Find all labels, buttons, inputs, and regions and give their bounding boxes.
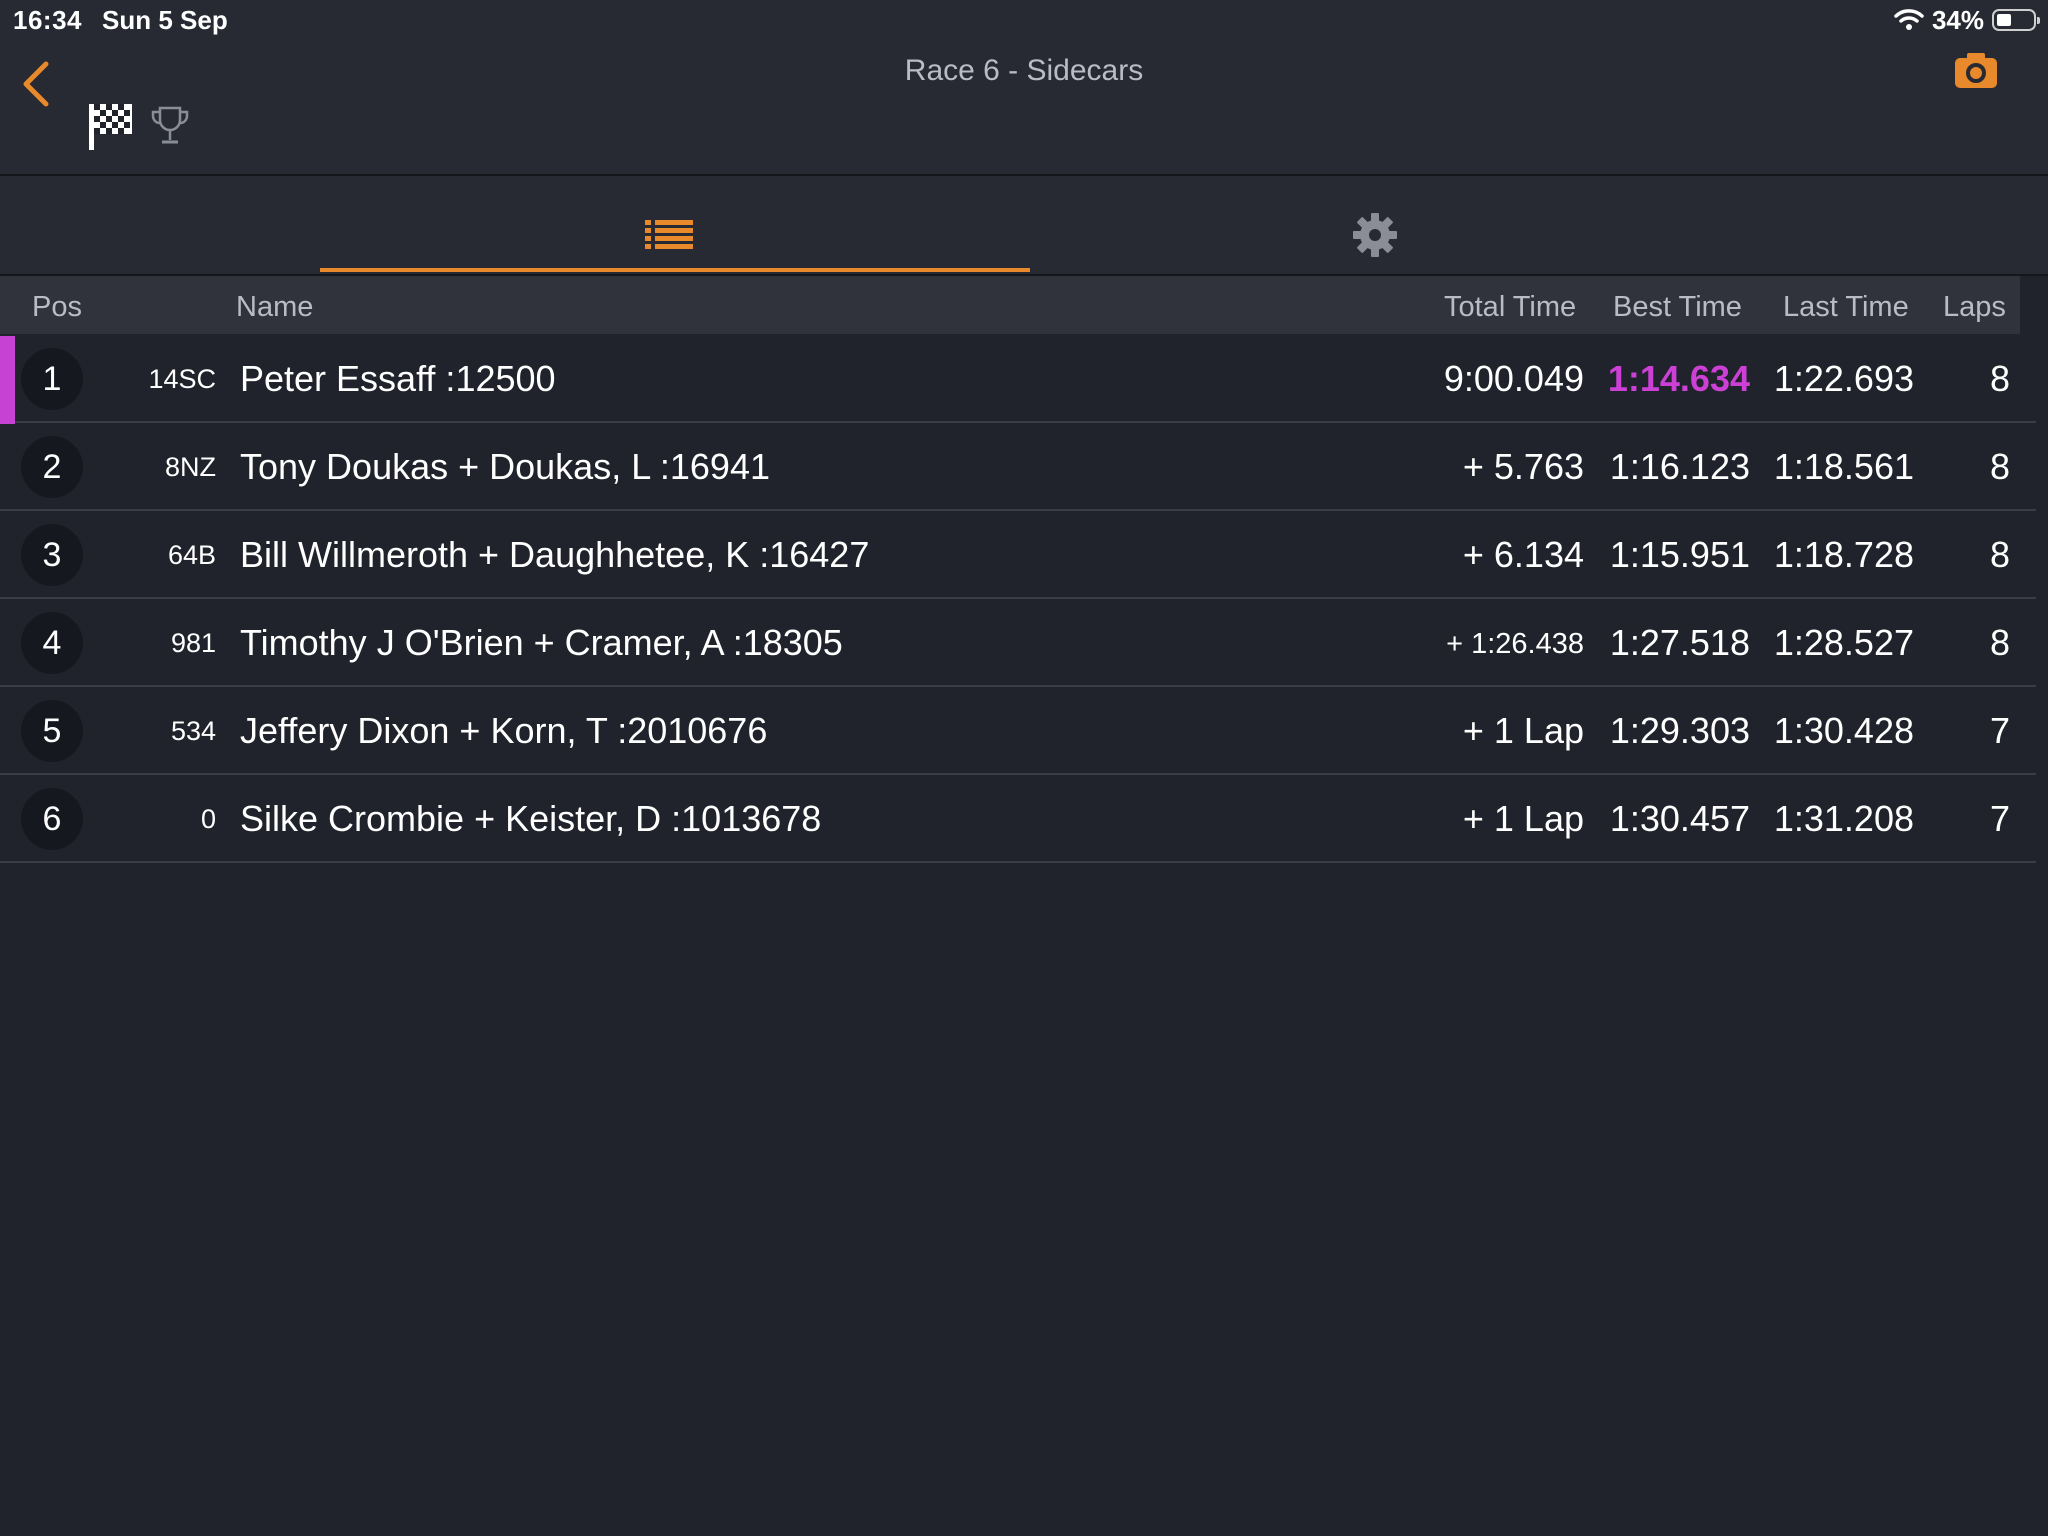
status-time: 16:34: [13, 5, 82, 35]
camera-button[interactable]: [1953, 50, 1999, 90]
racer-name: Bill Willmeroth + Daughhetee, K :16427: [240, 534, 870, 575]
tab-results-list[interactable]: [320, 176, 1030, 274]
status-date: Sun 5 Sep: [102, 5, 228, 35]
best-time: 1:30.457: [1609, 798, 1750, 839]
best-time: 1:15.951: [1609, 534, 1750, 575]
racer-number: 8NZ: [164, 452, 216, 482]
tab-settings[interactable]: [1030, 176, 1720, 274]
column-last-time: Last Time: [1783, 291, 1909, 323]
gear-icon: [1353, 213, 1397, 257]
total-time: + 6.134: [1462, 534, 1584, 575]
best-time: 1:27.518: [1609, 622, 1750, 663]
camera-icon: [1955, 53, 1997, 88]
position-badge: 1: [21, 348, 83, 410]
list-icon: [645, 220, 693, 249]
last-time: 1:31.208: [1773, 798, 1914, 839]
laps: 8: [1989, 622, 2010, 663]
racer-name: Timothy J O'Brien + Cramer, A :18305: [240, 622, 843, 663]
table-header: Pos Name Total Time Best Time Last Time …: [0, 276, 2020, 334]
status-indicators: 34%: [1894, 4, 2040, 36]
total-time: + 1:26.438: [1446, 628, 1584, 660]
wifi-icon: [1894, 9, 1924, 30]
tab-bar: [0, 176, 2048, 276]
column-name: Name: [236, 291, 314, 323]
best-time: 1:14.634: [1607, 358, 1750, 399]
table-row[interactable]: 2 8NZ Tony Doukas + Doukas, L :16941 + 5…: [0, 424, 2036, 511]
last-time: 1:18.561: [1773, 446, 1914, 487]
top-bar: 16:34 Sun 5 Sep 34% Race 6 - Sidecars: [0, 0, 2048, 176]
table-row[interactable]: 6 0 Silke Crombie + Keister, D :1013678 …: [0, 776, 2036, 863]
column-pos: Pos: [32, 291, 82, 323]
total-time: 9:00.049: [1443, 358, 1584, 399]
laps: 8: [1989, 358, 2010, 399]
column-total-time: Total Time: [1444, 291, 1577, 323]
position-badge: 6: [21, 788, 83, 850]
column-best-time: Best Time: [1613, 291, 1742, 323]
last-time: 1:30.428: [1773, 710, 1914, 751]
table-row[interactable]: 4 981 Timothy J O'Brien + Cramer, A :183…: [0, 600, 2036, 687]
table-row[interactable]: 5 534 Jeffery Dixon + Korn, T :2010676 +…: [0, 688, 2036, 775]
racer-number: 64B: [167, 540, 216, 570]
total-time: + 1 Lap: [1462, 798, 1584, 839]
checkered-flag-icon: [89, 104, 132, 150]
total-time: + 5.763: [1462, 446, 1584, 487]
page-title: Race 6 - Sidecars: [904, 54, 1144, 87]
total-time: + 1 Lap: [1462, 710, 1584, 751]
racer-number: 981: [170, 628, 216, 658]
racer-name: Peter Essaff :12500: [240, 358, 556, 399]
laps: 8: [1989, 534, 2010, 575]
table-row[interactable]: 3 64B Bill Willmeroth + Daughhetee, K :1…: [0, 512, 2036, 599]
battery-percent: 34%: [1931, 4, 1984, 35]
column-laps: Laps: [1943, 291, 2006, 323]
laps: 8: [1989, 446, 2010, 487]
position-badge: 5: [21, 700, 83, 762]
battery-icon: [1992, 9, 2040, 31]
trophy-icon: [151, 106, 189, 144]
racer-number: 534: [170, 716, 216, 746]
laps: 7: [1989, 798, 2010, 839]
position-badge: 3: [21, 524, 83, 586]
best-time: 1:16.123: [1609, 446, 1750, 487]
position-badge: 2: [21, 436, 83, 498]
fastest-lap-indicator: [0, 336, 15, 424]
table-row[interactable]: 1 14SC Peter Essaff :12500 9:00.049 1:14…: [0, 336, 2036, 424]
laps: 7: [1989, 710, 2010, 751]
best-time: 1:29.303: [1609, 710, 1750, 751]
racer-number: 0: [200, 804, 216, 834]
racer-name: Jeffery Dixon + Korn, T :2010676: [240, 710, 768, 751]
last-time: 1:22.693: [1773, 358, 1914, 399]
position-badge: 4: [21, 612, 83, 674]
last-time: 1:28.527: [1773, 622, 1914, 663]
active-tab-indicator: [320, 268, 1030, 272]
racer-name: Tony Doukas + Doukas, L :16941: [240, 446, 770, 487]
last-time: 1:18.728: [1773, 534, 1914, 575]
racer-name: Silke Crombie + Keister, D :1013678: [240, 798, 822, 839]
racer-number: 14SC: [148, 364, 216, 394]
